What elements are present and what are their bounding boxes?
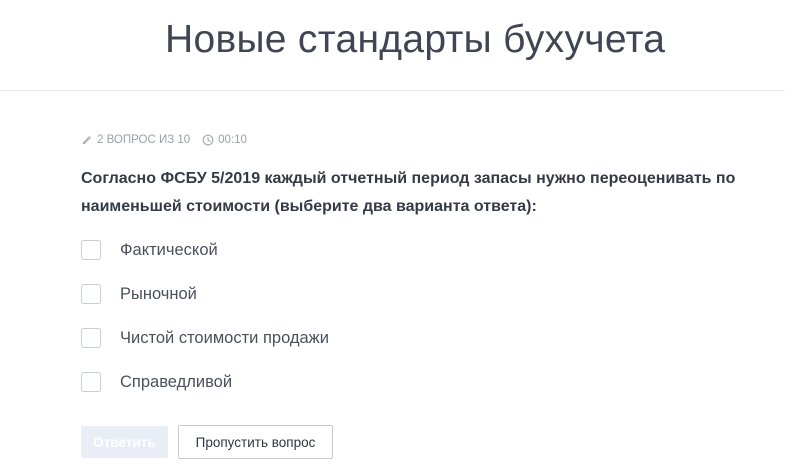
question-progress: 2 ВОПРОС ИЗ 10 — [81, 134, 190, 146]
answer-option[interactable]: Справедливой — [81, 369, 329, 395]
question-progress-label: 2 ВОПРОС ИЗ 10 — [97, 134, 191, 146]
page-title: Новые стандарты бухучета — [165, 18, 666, 61]
answer-option-label: Рыночной — [120, 284, 197, 303]
answer-option-label: Справедливой — [120, 372, 233, 391]
answer-option[interactable]: Фактической — [81, 237, 329, 263]
answer-options: Фактической Рыночной Чистой стоимости пр… — [81, 237, 329, 413]
timer: 00:10 — [202, 134, 247, 146]
answer-checkbox[interactable] — [81, 372, 101, 392]
answer-option-label: Фактической — [120, 240, 218, 259]
answer-option[interactable]: Рыночной — [81, 281, 329, 307]
answer-option-label: Чистой стоимости продажи — [120, 328, 329, 347]
answer-button[interactable]: Ответить — [81, 426, 168, 458]
answer-checkbox[interactable] — [81, 240, 101, 260]
timer-value: 00:10 — [218, 134, 247, 146]
pencil-icon — [81, 134, 93, 146]
quiz-meta: 2 ВОПРОС ИЗ 10 00:10 — [81, 132, 247, 148]
answer-checkbox[interactable] — [81, 284, 101, 304]
answer-checkbox[interactable] — [81, 328, 101, 348]
page-header: Новые стандарты бухучета — [0, 0, 785, 91]
skip-question-button[interactable]: Пропустить вопрос — [178, 425, 333, 459]
question-text: Согласно ФСБУ 5/2019 каждый отчетный пер… — [81, 170, 736, 215]
answer-option[interactable]: Чистой стоимости продажи — [81, 325, 329, 351]
clock-icon — [202, 134, 214, 146]
